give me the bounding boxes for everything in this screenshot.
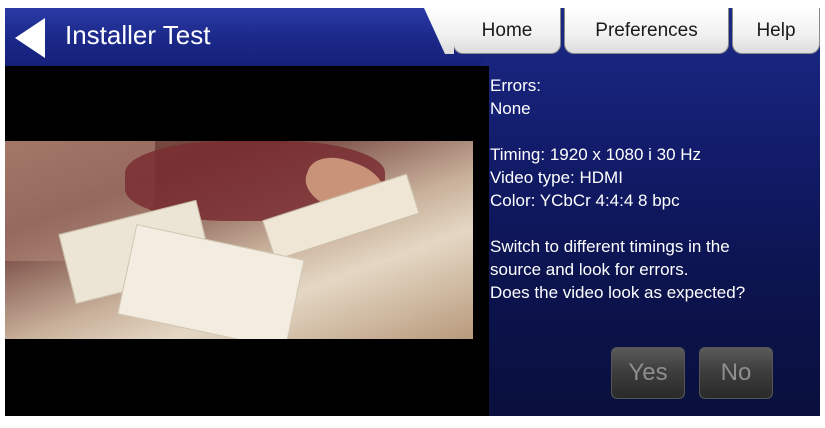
- video-preview: [5, 66, 489, 416]
- video-frame-image: [5, 141, 473, 339]
- back-arrow-icon: [15, 18, 45, 58]
- question-text: Does the video look as expected?: [490, 283, 746, 302]
- test-info-panel: Errors: None Timing: 1920 x 1080 i 30 Hz…: [490, 74, 820, 304]
- video-type-text: Video type: HDMI: [490, 168, 623, 187]
- errors-label: Errors:: [490, 76, 541, 95]
- errors-value: None: [490, 99, 531, 118]
- window-frame: Installer Test Home Preferences Help Err…: [0, 0, 825, 428]
- header-bar: Installer Test Home Preferences Help: [5, 8, 820, 66]
- tab-help[interactable]: Help: [732, 8, 820, 54]
- title-bar: Installer Test: [5, 8, 483, 66]
- instruction-line-1: Switch to different timings in the: [490, 237, 730, 256]
- back-button[interactable]: [11, 16, 51, 60]
- page-title: Installer Test: [65, 20, 211, 50]
- color-text: Color: YCbCr 4:4:4 8 bpc: [490, 191, 680, 210]
- installer-screen: Installer Test Home Preferences Help Err…: [5, 8, 820, 416]
- tab-preferences[interactable]: Preferences: [564, 8, 729, 54]
- tab-bar: Home Preferences Help: [453, 8, 820, 66]
- yes-button[interactable]: Yes: [611, 347, 685, 399]
- timing-text: Timing: 1920 x 1080 i 30 Hz: [490, 145, 702, 164]
- instruction-line-2: source and look for errors.: [490, 260, 689, 279]
- no-button[interactable]: No: [699, 347, 773, 399]
- tab-home[interactable]: Home: [453, 8, 561, 54]
